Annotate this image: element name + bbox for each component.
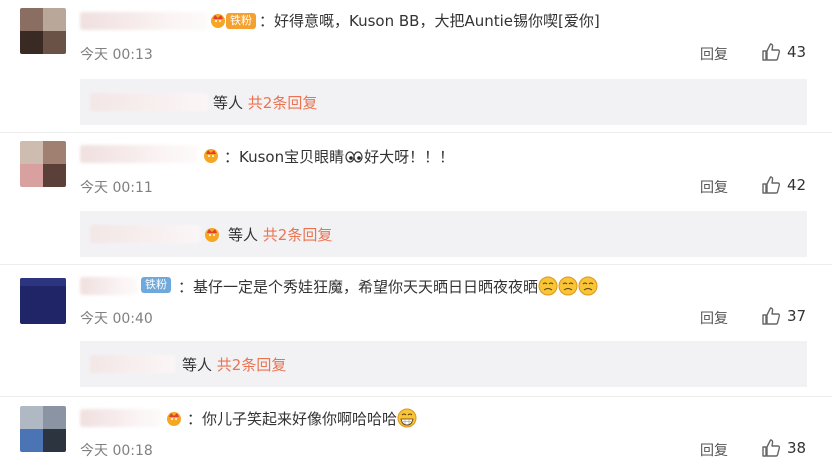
comment-text: ：你儿子笑起来好像你啊哈哈哈	[187, 408, 417, 429]
view-replies-link[interactable]: 共2条回复	[217, 356, 287, 374]
comment-text: ：好得意嘅，Kuson BB，大把Auntie锡你喫[爱你]	[259, 12, 600, 30]
thumbs-up-icon	[762, 43, 781, 61]
timestamp: 今天 00:11	[80, 180, 153, 196]
fan-badge: 铁粉	[141, 277, 171, 293]
like-button[interactable]: 42	[761, 175, 806, 195]
fan-badge: 铁粉	[226, 13, 256, 29]
avatar[interactable]	[20, 406, 66, 452]
username[interactable]	[80, 409, 162, 427]
crown-icon	[211, 14, 225, 28]
like-button[interactable]: 37	[761, 306, 806, 326]
thumbs-up-icon	[762, 307, 781, 325]
like-button[interactable]: 38	[761, 438, 806, 458]
comment-1: 铁粉 ：好得意嘅，Kuson BB，大把Auntie锡你喫[爱你] 今天 00:…	[0, 0, 832, 132]
sub-replies-text: 等人 共2条回复	[228, 226, 333, 244]
avatar[interactable]	[20, 8, 66, 54]
sub-replies[interactable]: 等人 共2条回复	[80, 211, 807, 257]
comment-3: 铁粉 ：基仔一定是个秀娃狂魔，希望你天天晒日日晒夜夜晒 今天 00:40 回复 …	[0, 265, 832, 397]
thumbs-up-icon	[762, 176, 781, 194]
crown-icon	[205, 228, 219, 242]
reply-button[interactable]: 回复	[700, 308, 728, 328]
reply-button[interactable]: 回复	[700, 440, 728, 460]
like-count: 37	[787, 307, 807, 325]
timestamp: 今天 00:18	[80, 443, 153, 459]
comment-2: ：Kuson宝贝眼睛 好大呀！！！ 今天 00:11 回复 42 等人 共2条回复	[0, 133, 832, 265]
reply-button[interactable]: 回复	[700, 177, 728, 197]
reply-button[interactable]: 回复	[700, 44, 728, 64]
comment-4: ：你儿子笑起来好像你啊哈哈哈 今天 00:18 回复 38	[0, 397, 832, 468]
comment-text: ：Kuson宝贝眼睛 好大呀！！！	[224, 148, 455, 166]
thumbs-up-icon	[762, 439, 781, 457]
like-count: 42	[787, 176, 807, 194]
grinning-face-icon	[397, 408, 417, 428]
timestamp: 今天 00:13	[80, 47, 153, 63]
crying-face-icon	[538, 276, 558, 296]
like-count: 43	[787, 43, 807, 61]
like-count: 38	[787, 439, 807, 457]
view-replies-link[interactable]: 共2条回复	[263, 226, 333, 244]
username[interactable]	[80, 12, 208, 30]
username[interactable]	[80, 277, 138, 295]
eyes-emoji-icon	[345, 151, 363, 163]
view-replies-link[interactable]: 共2条回复	[248, 94, 318, 112]
sub-replies[interactable]: 等人 共2条回复	[80, 79, 807, 125]
sub-replies-text: 等人 共2条回复	[182, 356, 287, 374]
crown-icon	[167, 412, 181, 426]
crying-face-icon	[578, 276, 598, 296]
sub-username	[90, 93, 208, 111]
avatar[interactable]	[20, 141, 66, 187]
sub-replies-text: 等人 共2条回复	[213, 94, 318, 112]
sub-replies[interactable]: 等人 共2条回复	[80, 341, 807, 387]
timestamp: 今天 00:40	[80, 311, 153, 327]
like-button[interactable]: 43	[761, 42, 806, 62]
sub-username	[90, 225, 200, 243]
comment-text: ：基仔一定是个秀娃狂魔，希望你天天晒日日晒夜夜晒	[178, 276, 598, 297]
sub-username	[90, 355, 175, 373]
crying-face-icon	[558, 276, 578, 296]
crown-icon	[204, 149, 218, 163]
username[interactable]	[80, 145, 198, 163]
avatar[interactable]	[20, 278, 66, 324]
